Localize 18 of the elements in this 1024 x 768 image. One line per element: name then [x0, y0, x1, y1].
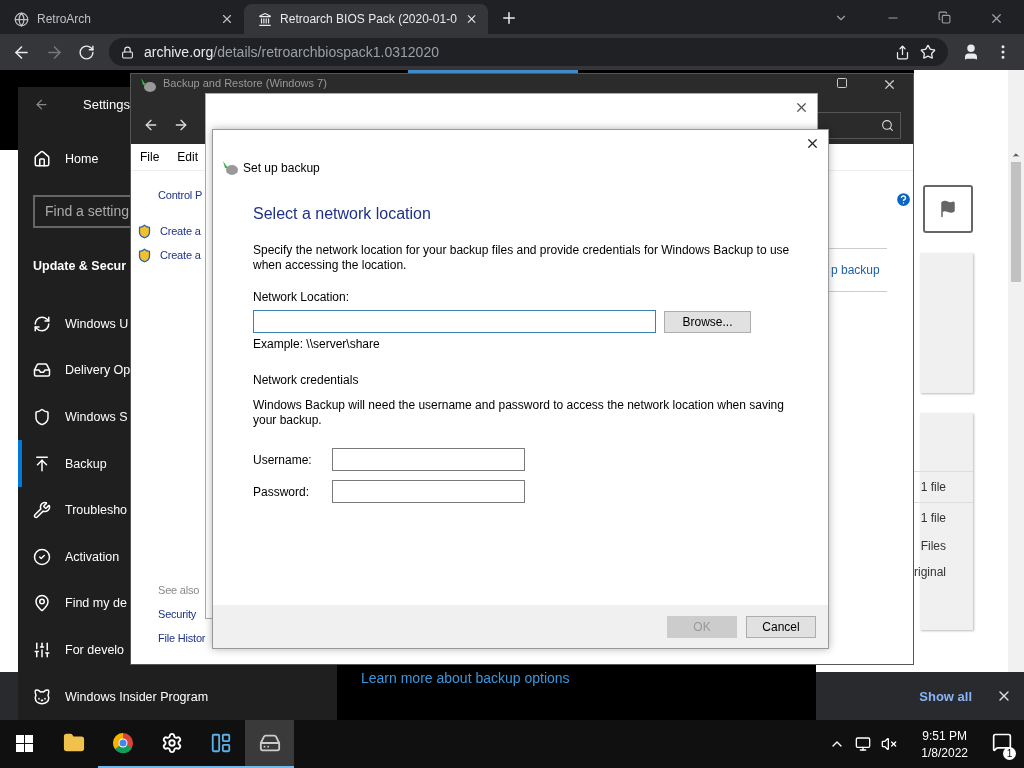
window-title: Backup and Restore (Windows 7): [163, 77, 327, 89]
description-text: Specify the network location for your backup files and provide credentials for Windows Backup to use when accessing the location.: [253, 243, 791, 273]
credentials-text: Windows Backup will need the username and password to access the network location when saving your backup.: [253, 398, 785, 428]
window-title: Settings: [83, 97, 130, 112]
field-label: Password:: [253, 484, 308, 499]
url-text: archive.org/details/retroarchbiospack1.0312020: [144, 44, 439, 60]
see-also-heading: See also: [157, 583, 201, 598]
section-heading: Network credentials: [253, 373, 360, 387]
dialog-title: Set up backup: [243, 161, 320, 175]
field-label: Network Location:: [253, 290, 351, 304]
notification-count: 1: [1003, 747, 1016, 760]
file-count: Files: [919, 538, 947, 555]
tab-title: RetroArch: [37, 12, 93, 26]
section-title: Update & Secur: [32, 258, 127, 276]
dialog-heading: Select a network location: [253, 205, 432, 223]
tab-title: Retroarch BIOS Pack (2020-01-0: [280, 12, 457, 26]
file-count: riginal: [913, 564, 947, 581]
example-text: Example: \\server\share: [253, 337, 381, 351]
